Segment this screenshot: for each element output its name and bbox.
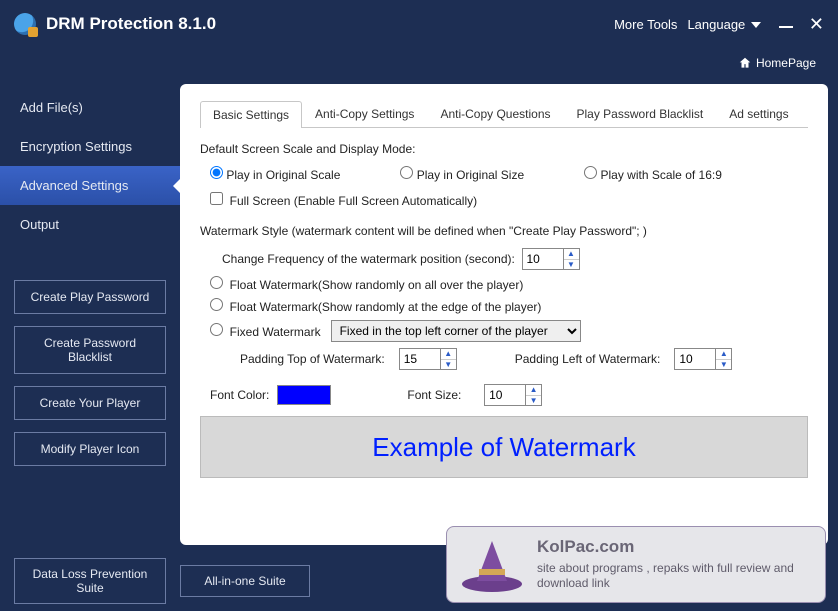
- watermark-preview: Example of Watermark: [200, 416, 808, 478]
- sidebar-item-advanced-settings[interactable]: Advanced Settings: [0, 166, 180, 205]
- modify-player-icon-button[interactable]: Modify Player Icon: [14, 432, 166, 466]
- app-title: DRM Protection 8.1.0: [46, 14, 216, 34]
- content-panel: Basic Settings Anti-Copy Settings Anti-C…: [180, 84, 828, 545]
- tab-anti-copy-questions[interactable]: Anti-Copy Questions: [427, 100, 563, 127]
- screen-scale-label: Default Screen Scale and Display Mode:: [200, 142, 808, 156]
- pad-top-label: Padding Top of Watermark:: [240, 352, 385, 366]
- app-logo-icon: [14, 13, 36, 35]
- radio-original-scale[interactable]: Play in Original Scale: [210, 166, 340, 182]
- data-loss-prevention-button[interactable]: Data Loss Prevention Suite: [14, 558, 166, 605]
- all-in-one-suite-button[interactable]: All-in-one Suite: [180, 565, 310, 597]
- create-password-blacklist-button[interactable]: Create Password Blacklist: [14, 326, 166, 374]
- minimize-button[interactable]: [779, 26, 793, 28]
- titlebar: DRM Protection 8.1.0 More Tools Language…: [0, 0, 838, 48]
- close-button[interactable]: ✕: [809, 14, 824, 35]
- sidebar-item-output[interactable]: Output: [0, 205, 180, 244]
- footer: Data Loss Prevention Suite All-in-one Su…: [0, 551, 838, 611]
- watermark-style-label: Watermark Style (watermark content will …: [200, 224, 808, 238]
- freq-label: Change Frequency of the watermark positi…: [222, 252, 515, 266]
- sidebar: Add File(s) Encryption Settings Advanced…: [0, 78, 180, 551]
- radio-scale-169[interactable]: Play with Scale of 16:9: [584, 166, 722, 182]
- tab-anti-copy-settings[interactable]: Anti-Copy Settings: [302, 100, 427, 127]
- pad-top-spinner[interactable]: ▲▼: [399, 348, 457, 370]
- pad-left-spinner[interactable]: ▲▼: [674, 348, 732, 370]
- next-button[interactable]: Next >: [751, 568, 824, 594]
- radio-fixed-watermark[interactable]: Fixed Watermark: [210, 323, 321, 339]
- create-play-password-button[interactable]: Create Play Password: [14, 280, 166, 314]
- font-color-swatch[interactable]: [277, 385, 331, 405]
- home-icon: [738, 56, 752, 70]
- radio-original-size[interactable]: Play in Original Size: [400, 166, 524, 182]
- chevron-down-icon: [751, 22, 761, 28]
- sidebar-item-encryption-settings[interactable]: Encryption Settings: [0, 127, 180, 166]
- tab-play-password-blacklist[interactable]: Play Password Blacklist: [564, 100, 717, 127]
- radio-float-edge[interactable]: Float Watermark(Show randomly at the edg…: [210, 298, 541, 314]
- create-your-player-button[interactable]: Create Your Player: [14, 386, 166, 420]
- sidebar-item-add-files[interactable]: Add File(s): [0, 88, 180, 127]
- radio-float-all[interactable]: Float Watermark(Show randomly on all ove…: [210, 276, 523, 292]
- font-size-label: Font Size:: [407, 388, 461, 402]
- pad-left-label: Padding Left of Watermark:: [515, 352, 661, 366]
- tab-bar: Basic Settings Anti-Copy Settings Anti-C…: [200, 100, 808, 128]
- language-button[interactable]: Language: [687, 17, 760, 32]
- tab-ad-settings[interactable]: Ad settings: [716, 100, 801, 127]
- homepage-link[interactable]: HomePage: [0, 48, 838, 78]
- font-size-spinner[interactable]: ▲▼: [484, 384, 542, 406]
- checkbox-full-screen[interactable]: Full Screen (Enable Full Screen Automati…: [210, 192, 477, 208]
- more-tools-button[interactable]: More Tools: [614, 17, 677, 32]
- font-color-label: Font Color:: [210, 388, 269, 402]
- fixed-position-select[interactable]: Fixed in the top left corner of the play…: [331, 320, 581, 342]
- back-button[interactable]: < Back: [654, 568, 729, 594]
- freq-spinner[interactable]: ▲▼: [522, 248, 580, 270]
- tab-basic-settings[interactable]: Basic Settings: [200, 101, 302, 128]
